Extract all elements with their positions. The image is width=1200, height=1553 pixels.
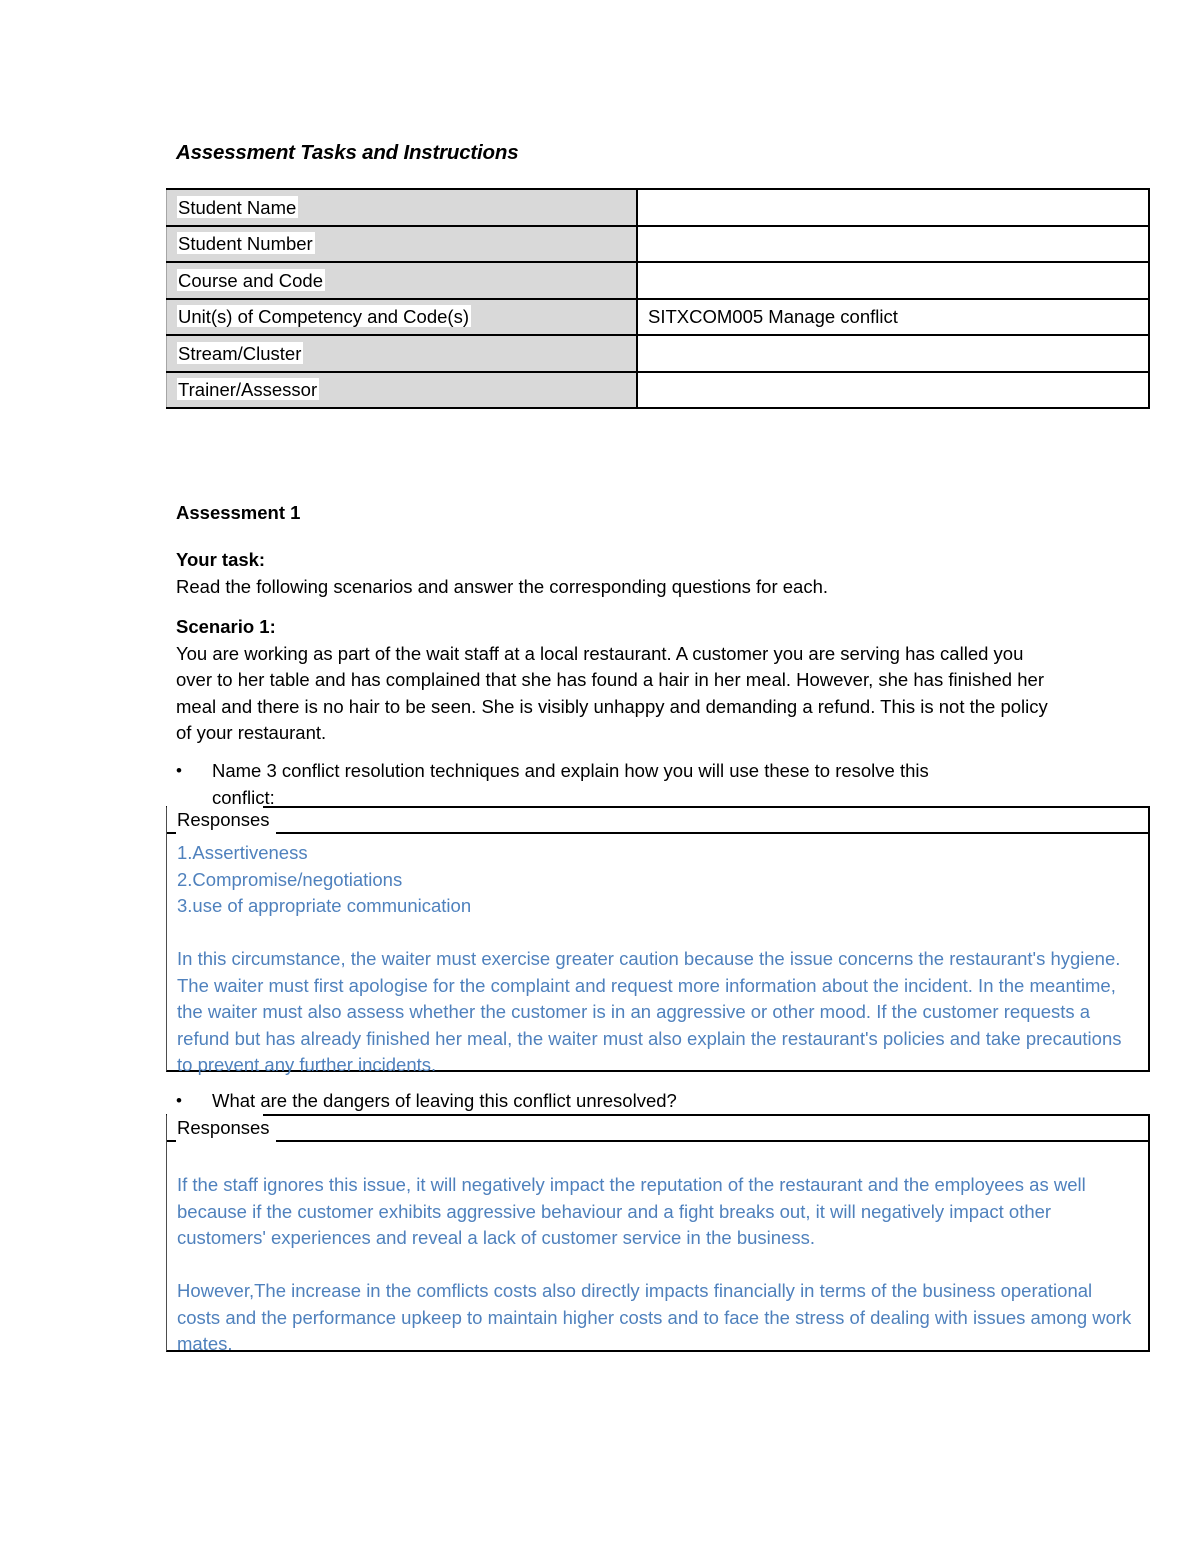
row-value-trainer-assessor[interactable] [637, 370, 1150, 409]
row-label-student-number: Student Number [166, 224, 638, 263]
label-text: Trainer/Assessor [177, 378, 320, 401]
table-row: Student Name [166, 188, 1150, 227]
table-row: Course and Code [166, 261, 1150, 300]
row-label-stream-cluster: Stream/Cluster [166, 334, 638, 373]
row-label-student-name: Student Name [166, 188, 638, 227]
student-info-table: Student Name Student Number Course and C… [166, 188, 1150, 409]
responses-body-1[interactable]: 1.Assertiveness 2.Compromise/negotiation… [167, 834, 1148, 1089]
question-2-bullet-row: • What are the dangers of leaving this c… [176, 1088, 1036, 1115]
label-text: Student Number [177, 232, 315, 255]
answer-paragraph-1: If the staff ignores this issue, it will… [177, 1174, 1086, 1248]
row-value-stream-cluster[interactable] [637, 334, 1150, 373]
answer-paragraph-1: In this circumstance, the waiter must ex… [177, 948, 1122, 1075]
bullet-icon: • [176, 761, 182, 780]
responses-box-question-2: Responses If the staff ignores this issu… [166, 1112, 1150, 1354]
scenario-text: You are working as part of the wait staf… [176, 642, 1048, 744]
responses-label: Responses [176, 808, 276, 834]
responses-label: Responses [176, 1116, 276, 1142]
label-text: Student Name [177, 195, 299, 218]
answer-line-2: 2.Compromise/negotiations [177, 868, 403, 890]
row-label-course-and-code: Course and Code [166, 261, 638, 300]
document-page: Assessment Tasks and Instructions Studen… [0, 0, 1200, 1553]
responses-body-2[interactable]: If the staff ignores this issue, it will… [167, 1142, 1148, 1368]
question-1-bullet-row: • Name 3 conflict resolution techniques … [176, 758, 996, 811]
responses-box-question-1: Responses 1.Assertiveness 2.Compromise/n… [166, 804, 1150, 1075]
table-row: Stream/Cluster [166, 334, 1150, 373]
your-task-text: Read the following scenarios and answer … [176, 575, 829, 597]
row-label-units-of-competency: Unit(s) of Competency and Code(s) [166, 297, 638, 336]
answer-paragraph-2: However,The increase in the comflicts co… [177, 1280, 1132, 1354]
bullet-icon: • [176, 1091, 182, 1110]
table-row: Student Number [166, 224, 1150, 263]
table-row: Unit(s) of Competency and Code(s) SITXCO… [166, 297, 1150, 336]
question-2-text: What are the dangers of leaving this con… [212, 1090, 677, 1111]
row-value-student-name[interactable] [637, 188, 1150, 227]
table-row: Trainer/Assessor [166, 370, 1150, 409]
scenario-block: Scenario 1: You are working as part of t… [176, 614, 1054, 747]
your-task-block: Your task: Read the following scenarios … [176, 547, 1076, 600]
row-value-course-and-code[interactable] [637, 261, 1150, 300]
row-value-student-number[interactable] [637, 224, 1150, 263]
question-1-text: Name 3 conflict resolution techniques an… [212, 760, 929, 808]
scenario-label: Scenario 1: [176, 616, 276, 637]
row-label-trainer-assessor: Trainer/Assessor [166, 370, 638, 409]
row-value-units-of-competency[interactable]: SITXCOM005 Manage conflict [637, 297, 1150, 336]
responses-header-1: Responses [167, 804, 1148, 834]
label-text: Course and Code [177, 268, 326, 291]
assessment-heading: Assessment 1 [176, 502, 301, 523]
responses-header-2: Responses [167, 1112, 1148, 1142]
label-text: Stream/Cluster [177, 341, 304, 364]
your-task-label: Your task: [176, 549, 266, 570]
label-text: Unit(s) of Competency and Code(s) [177, 305, 471, 328]
answer-line-3: 3.use of appropriate communication [177, 895, 472, 916]
page-title: Assessment Tasks and Instructions [176, 141, 519, 164]
answer-line-1: 1.Assertiveness [177, 842, 308, 863]
